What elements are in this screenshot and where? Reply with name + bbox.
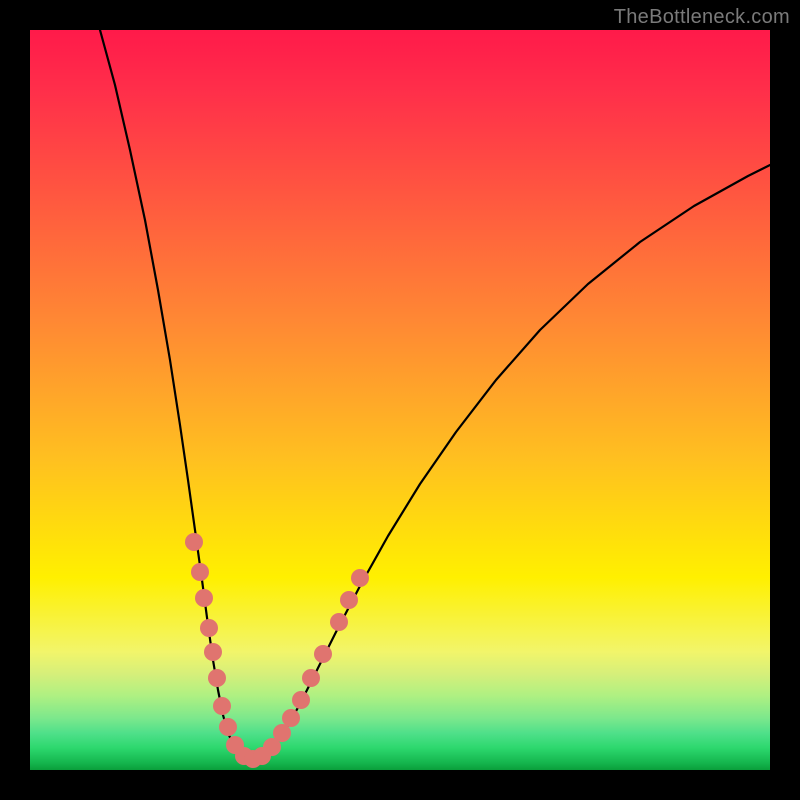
plot-area (30, 30, 770, 770)
data-dot (185, 533, 203, 551)
data-dot (351, 569, 369, 587)
data-dot (191, 563, 209, 581)
data-dots-group (185, 533, 369, 768)
data-dot (314, 645, 332, 663)
watermark-text: TheBottleneck.com (614, 6, 790, 29)
data-dot (282, 709, 300, 727)
chart-frame: TheBottleneck.com (0, 0, 800, 800)
curve-layer (30, 30, 770, 770)
data-dot (330, 613, 348, 631)
data-dot (213, 697, 231, 715)
data-dot (200, 619, 218, 637)
data-dot (219, 718, 237, 736)
data-dot (208, 669, 226, 687)
data-dot (340, 591, 358, 609)
data-dot (204, 643, 222, 661)
data-dot (195, 589, 213, 607)
data-dot (273, 724, 291, 742)
data-dot (302, 669, 320, 687)
bottleneck-curve (100, 30, 770, 760)
data-dot (292, 691, 310, 709)
